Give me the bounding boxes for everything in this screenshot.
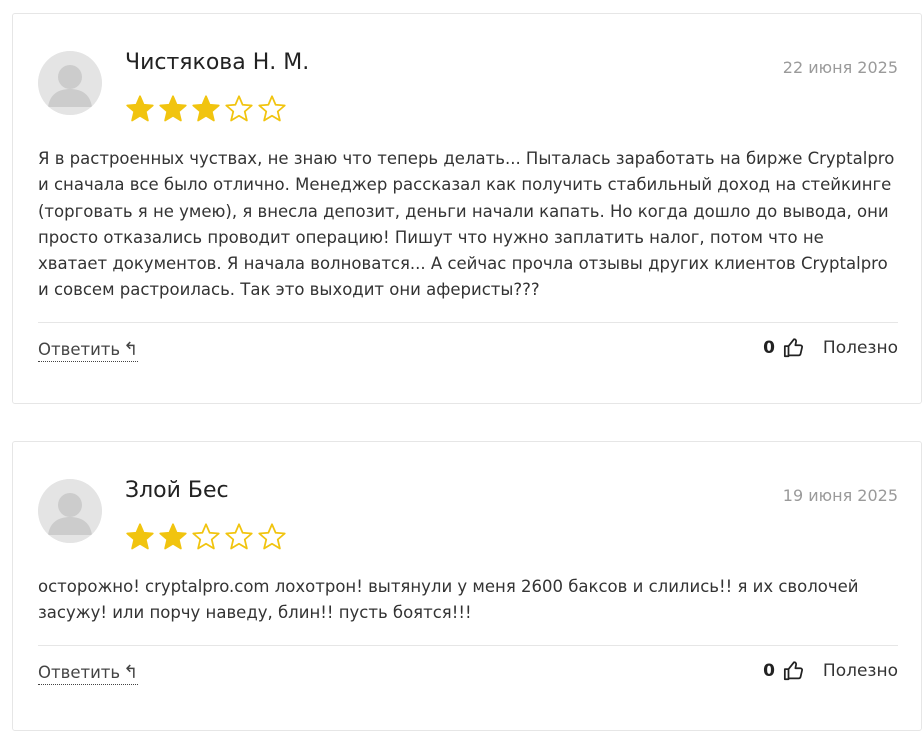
avatar xyxy=(38,51,102,115)
reply-button[interactable]: Ответить ↰ xyxy=(38,661,139,685)
star-filled-icon xyxy=(191,94,221,124)
helpful-label: Полезно xyxy=(822,338,898,358)
helpful-label: Полезно xyxy=(822,661,898,681)
helpful-section: 0 Полезно xyxy=(763,337,898,359)
divider xyxy=(38,322,898,323)
user-silhouette-icon xyxy=(38,51,102,115)
star-empty-icon xyxy=(257,522,287,552)
reply-label: Ответить xyxy=(38,340,121,359)
review-author: Чистякова Н. М. xyxy=(125,50,310,75)
divider xyxy=(38,645,898,646)
review-card: Злой Бес 19 июня 2025 осторожно! cryptal… xyxy=(12,441,922,731)
star-rating xyxy=(125,94,287,124)
star-rating xyxy=(125,522,287,552)
star-filled-icon xyxy=(158,94,188,124)
star-empty-icon xyxy=(257,94,287,124)
thumbs-up-icon[interactable] xyxy=(783,660,805,682)
star-filled-icon xyxy=(125,94,155,124)
reply-label: Ответить xyxy=(38,663,121,682)
review-author: Злой Бес xyxy=(125,478,229,503)
review-date: 22 июня 2025 xyxy=(782,58,898,77)
reply-arrow-icon: ↰ xyxy=(123,338,139,360)
review-card: Чистякова Н. М. 22 июня 2025 Я в растрое… xyxy=(12,13,922,404)
avatar xyxy=(38,479,102,543)
review-date: 19 июня 2025 xyxy=(782,486,898,505)
star-empty-icon xyxy=(224,94,254,124)
star-filled-icon xyxy=(125,522,155,552)
reply-button[interactable]: Ответить ↰ xyxy=(38,338,139,362)
reply-arrow-icon: ↰ xyxy=(123,661,139,683)
star-empty-icon xyxy=(191,522,221,552)
helpful-section: 0 Полезно xyxy=(763,660,898,682)
thumbs-up-icon[interactable] xyxy=(783,337,805,359)
like-count: 0 xyxy=(763,661,775,681)
review-text: Я в растроенных чуствах, не знаю что теп… xyxy=(38,149,895,300)
like-count: 0 xyxy=(763,338,775,358)
star-empty-icon xyxy=(224,522,254,552)
star-filled-icon xyxy=(158,522,188,552)
user-silhouette-icon xyxy=(38,479,102,543)
review-text: осторожно! cryptalpro.com лохотрон! вытя… xyxy=(38,577,859,623)
